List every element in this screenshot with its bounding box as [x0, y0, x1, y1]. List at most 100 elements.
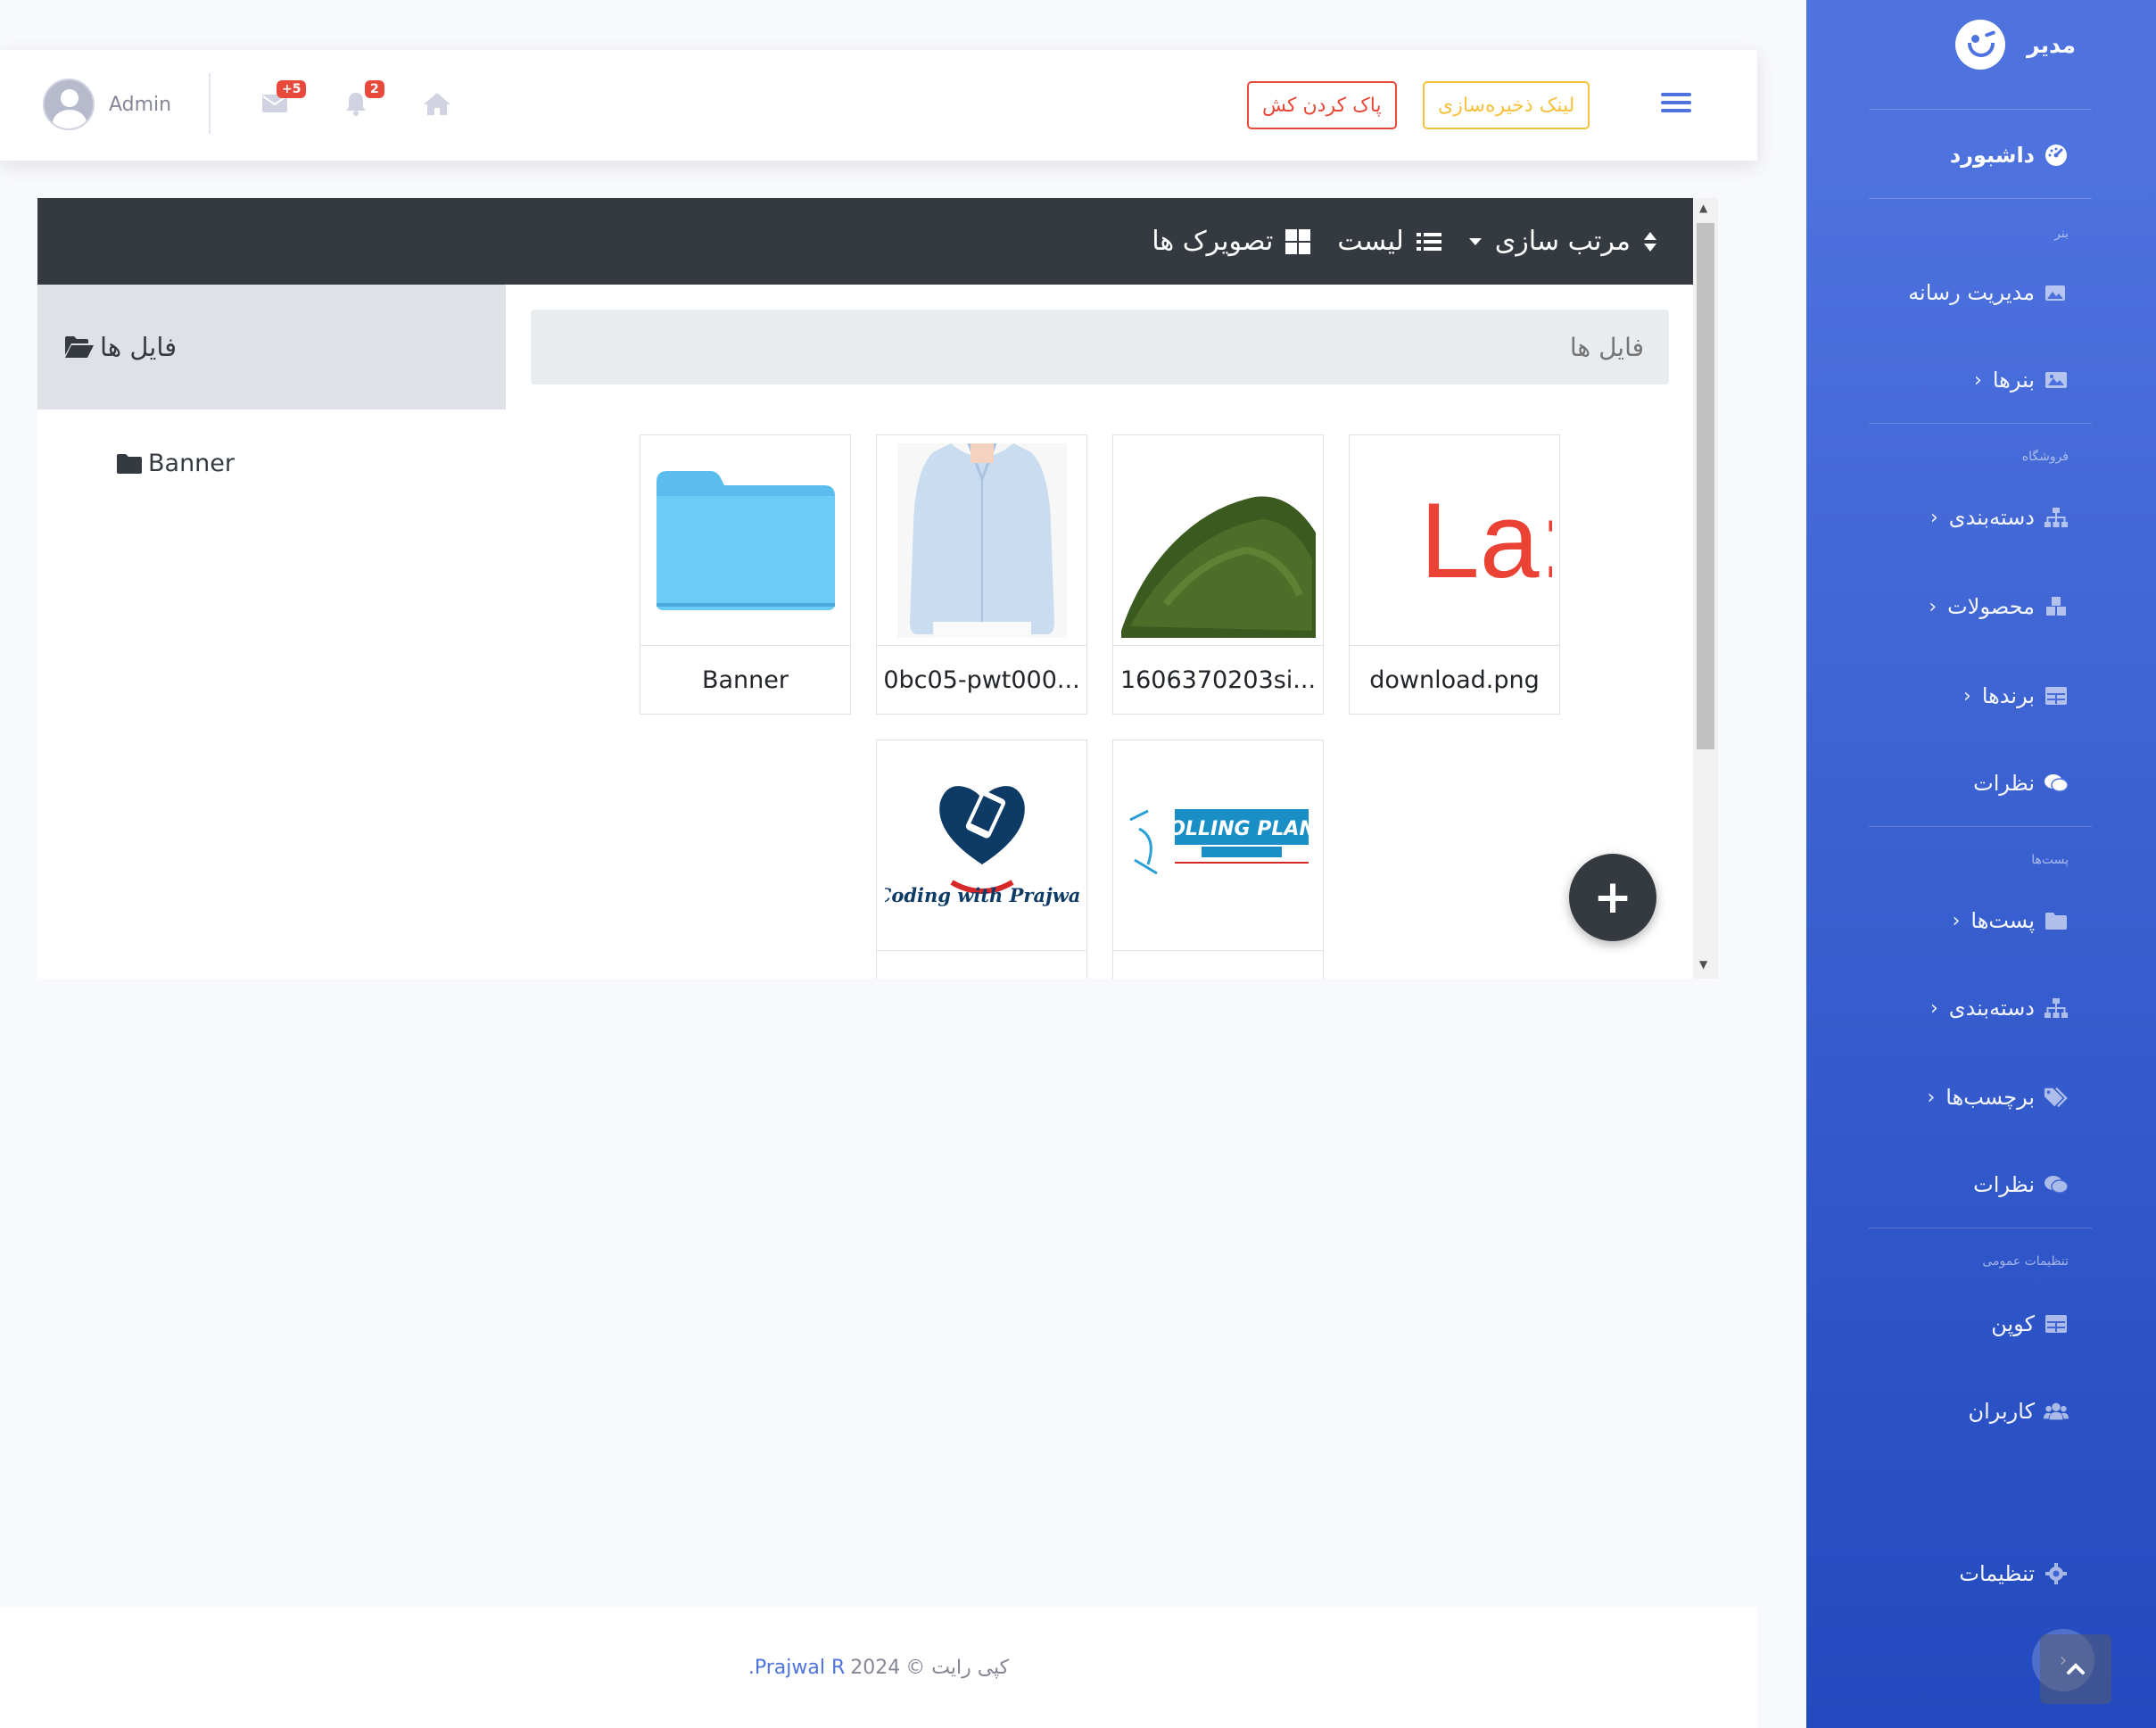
sidebar-divider — [1869, 198, 2092, 199]
chevron-left-icon: ‹ — [1929, 595, 1937, 618]
sidebar-item-label: برندها — [1981, 683, 2035, 708]
comments-icon — [2044, 772, 2069, 795]
sidebar-item-label: نظرات — [1973, 771, 2035, 796]
copyright-text: کپی رایت © — [905, 1657, 1010, 1679]
sidebar-item-label: نظرات — [1973, 1172, 2035, 1197]
sidebar-item-banners[interactable]: بنرها ‹ — [1974, 362, 2069, 398]
images-icon — [2044, 281, 2069, 304]
sidebar-item-tags[interactable]: برچسب‌ها ‹ — [1927, 1079, 2069, 1115]
alerts-badge: 2 — [365, 80, 384, 98]
thumbnail-view-label: تصویرک ها — [1152, 226, 1274, 257]
table-icon — [2044, 1312, 2069, 1335]
sidebar-item-shop-categories[interactable]: دسته‌بندی ‹ — [1930, 500, 2069, 535]
file-item[interactable]: 0bc05-pwt000... — [876, 434, 1087, 715]
add-file-button[interactable]: + — [1569, 854, 1656, 941]
clear-cache-button[interactable]: پاک کردن کش — [1247, 81, 1397, 129]
file-manager: مرتب سازی لیست تصویرک ها فایل ها Banner … — [37, 198, 1718, 979]
file-item[interactable]: ROLLING PLANS — [1112, 740, 1324, 979]
brand[interactable]: مدیر — [1955, 20, 2076, 70]
sidebar-item-posts[interactable]: پست‌ها ‹ — [1953, 903, 2069, 938]
sitemap-icon — [2044, 506, 2069, 529]
sidebar: مدیر داشبورد بنر مدیریت رسانه بنرها ‹ فر… — [1806, 0, 2156, 1728]
storage-link-button[interactable]: لینک ذخیره‌سازی — [1423, 81, 1590, 129]
sidebar-item-post-comments[interactable]: نظرات — [1973, 1167, 2069, 1203]
file-item-label: 0bc05-pwt000... — [883, 666, 1080, 694]
coding-logo-text: Coding with Prajwal — [885, 884, 1079, 906]
sidebar-item-brands[interactable]: برندها ‹ — [1963, 678, 2069, 714]
copyright-year: 2024 — [850, 1657, 901, 1679]
sort-label: مرتب سازی — [1494, 226, 1631, 257]
scroll-to-top-button[interactable] — [2040, 1634, 2111, 1704]
sort-dropdown[interactable]: مرتب سازی — [1468, 226, 1657, 257]
table-icon — [2044, 684, 2069, 707]
sidebar-item-settings[interactable]: تنظیمات — [1959, 1556, 2069, 1592]
sidebar-item-label: کاربران — [1968, 1399, 2035, 1424]
sidebar-item-post-categories[interactable]: دسته‌بندی ‹ — [1930, 990, 2069, 1026]
sidebar-item-label: محصولات — [1947, 594, 2035, 619]
list-view-button[interactable]: لیست — [1337, 226, 1441, 257]
svg-text:La:: La: — [1420, 481, 1552, 600]
file-item[interactable]: Coding with Prajwal — [876, 740, 1087, 979]
users-icon — [2044, 1400, 2069, 1423]
file-item-label — [1113, 951, 1323, 979]
sidebar-item-products[interactable]: محصولات ‹ — [1929, 589, 2069, 624]
topbar-divider — [209, 73, 211, 134]
thumbnail-view-button[interactable]: تصویرک ها — [1152, 226, 1311, 257]
alerts-button[interactable]: 2 — [340, 80, 384, 120]
sidebar-item-media[interactable]: مدیریت رسانه — [1908, 275, 2069, 310]
caret-down-icon — [1468, 237, 1482, 245]
home-icon — [424, 93, 450, 115]
chevron-left-icon: ‹ — [1929, 506, 1938, 529]
folder-tree-header[interactable]: فایل ها — [37, 285, 506, 409]
file-item-label: download.png — [1369, 666, 1540, 694]
file-item-label: Banner — [701, 666, 789, 694]
image-icon — [2044, 368, 2069, 392]
sitemap-icon — [2044, 996, 2069, 1020]
bell-icon — [346, 93, 366, 116]
file-search-input[interactable] — [531, 310, 1669, 384]
comments-icon — [2044, 1173, 2069, 1196]
cubes-icon — [2044, 595, 2069, 618]
file-thumbnail — [1113, 435, 1323, 646]
plus-icon: + — [1593, 871, 1632, 924]
avatar — [43, 79, 95, 130]
file-list-scrollbar[interactable]: ▲ ▼ — [1693, 198, 1718, 979]
sidebar-item-label: بنرها — [1992, 368, 2035, 393]
messages-button[interactable]: +5 — [259, 80, 307, 120]
sidebar-item-label: تنظیمات — [1959, 1561, 2035, 1586]
sidebar-item-label: پست‌ها — [1970, 908, 2035, 933]
rolling-logo-text: ROLLING PLANS — [1153, 818, 1316, 840]
file-thumbnail: Coding with Prajwal — [877, 740, 1086, 951]
user-menu[interactable]: Admin — [43, 79, 171, 130]
file-item[interactable]: Banner — [640, 434, 851, 715]
sidebar-item-coupon[interactable]: کوپن — [1991, 1306, 2069, 1342]
folder-open-icon — [65, 336, 94, 358]
author-link[interactable]: Prajwal R. — [748, 1657, 845, 1679]
chevron-left-icon: ‹ — [1929, 996, 1938, 1020]
sidebar-divider — [1869, 826, 2092, 827]
sidebar-item-shop-comments[interactable]: نظرات — [1973, 765, 2069, 801]
sidebar-item-label: برچسب‌ها — [1945, 1085, 2035, 1110]
sidebar-item-label: دسته‌بندی — [1948, 996, 2035, 1021]
sidebar-item-label: کوپن — [1991, 1311, 2035, 1336]
file-item-label: 1606370203si... — [1119, 666, 1317, 694]
file-item[interactable]: 1606370203si... — [1112, 434, 1324, 715]
tree-folder-banner[interactable]: Banner — [116, 450, 235, 477]
sidebar-divider — [1869, 423, 2092, 424]
file-thumbnail: La: — [1350, 435, 1559, 646]
file-item[interactable]: La: download.png — [1349, 434, 1560, 715]
scrollbar-thumb[interactable] — [1697, 223, 1714, 749]
home-button[interactable] — [421, 87, 453, 120]
file-manager-toolbar: مرتب سازی لیست تصویرک ها — [37, 198, 1693, 285]
menu-toggle-button[interactable] — [1661, 93, 1691, 117]
file-thumbnail: ROLLING PLANS — [1113, 740, 1323, 951]
folder-tree-title: فایل ها — [100, 332, 178, 362]
sidebar-item-users[interactable]: کاربران — [1968, 1393, 2069, 1429]
topbar: Admin +5 2 پاک کردن کش لینک ذخیره‌سازی — [0, 50, 1757, 161]
scroll-up-arrow-icon: ▲ — [1699, 202, 1708, 214]
sidebar-item-dashboard[interactable]: داشبورد — [1950, 137, 2069, 173]
tags-icon — [2044, 1086, 2069, 1109]
sidebar-divider — [1869, 109, 2092, 110]
folder-icon — [2044, 909, 2069, 932]
chevron-left-icon: ‹ — [1952, 909, 1961, 932]
